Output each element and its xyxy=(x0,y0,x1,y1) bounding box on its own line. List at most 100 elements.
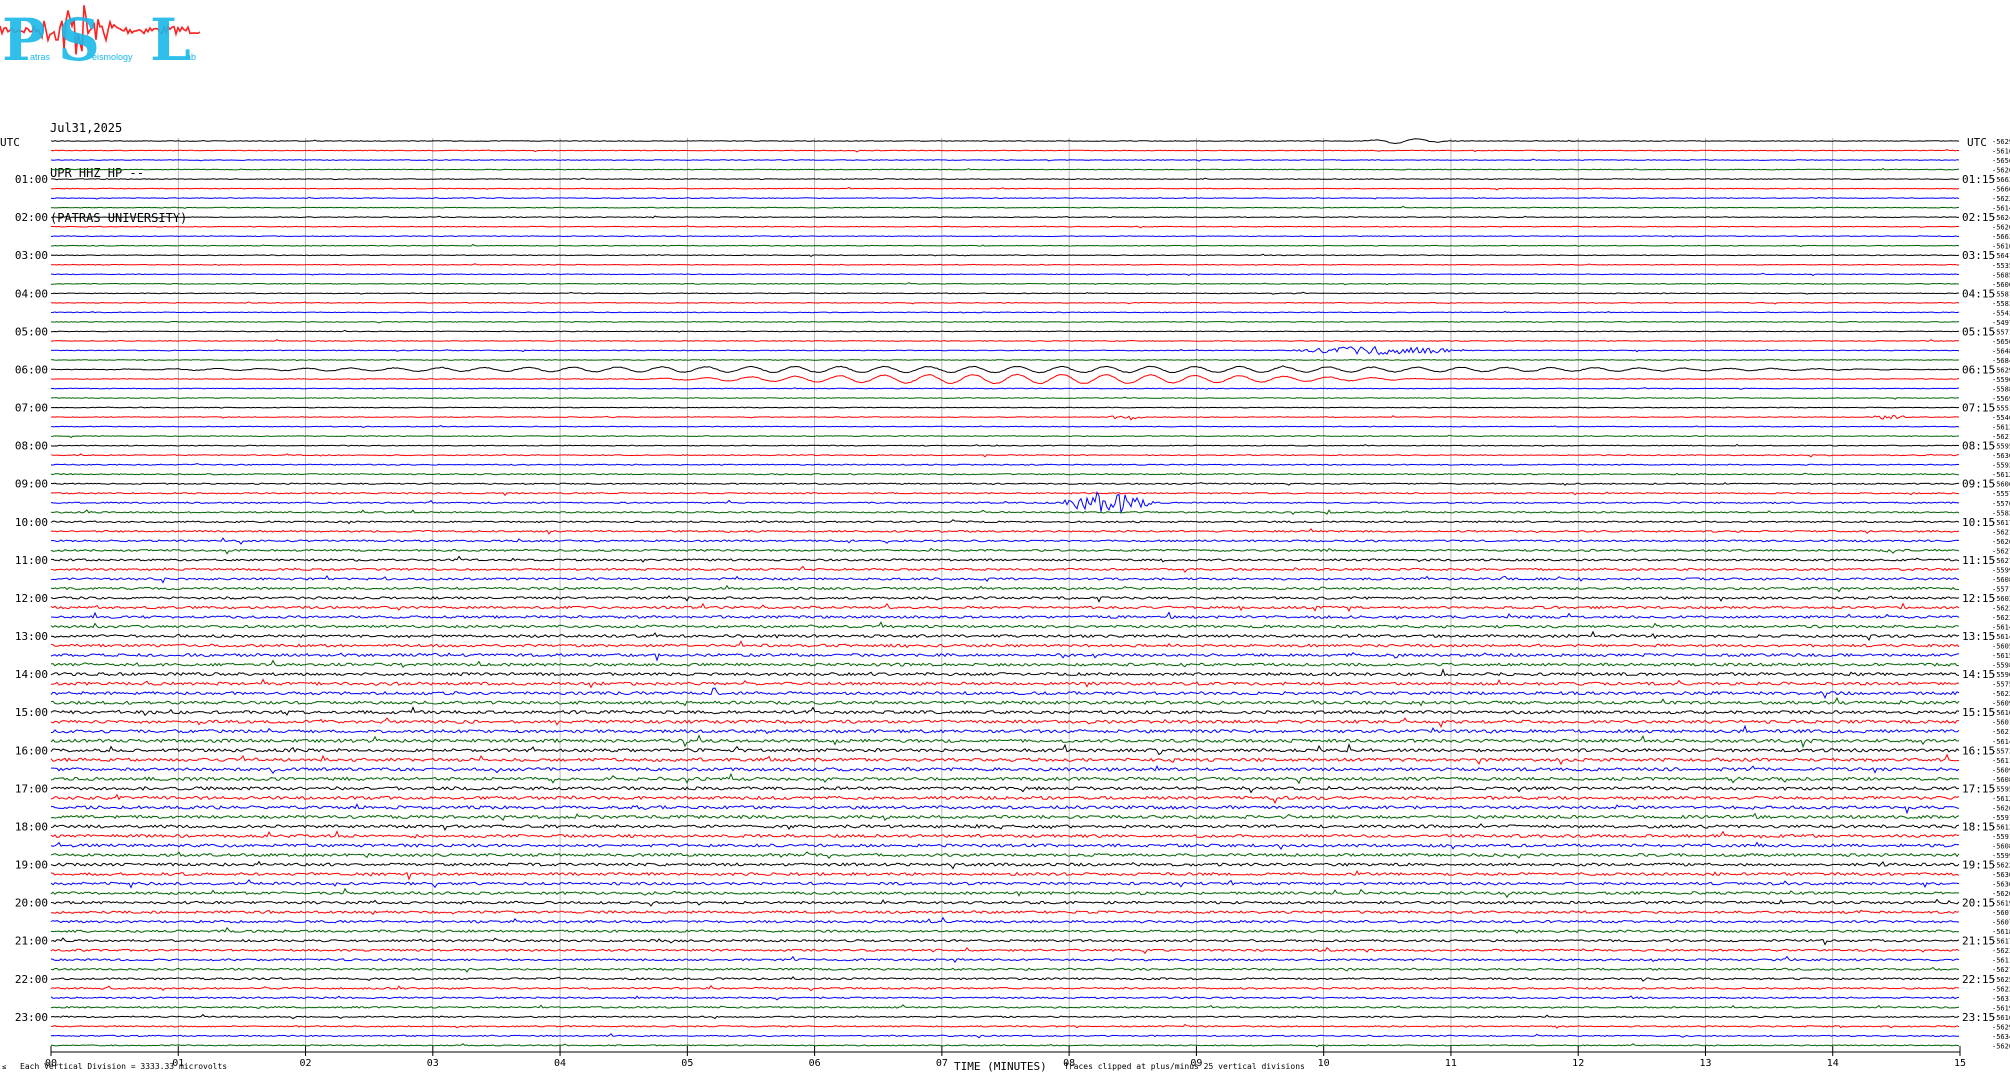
seismic-trace xyxy=(51,263,1960,266)
right-hour-label: 21:15 xyxy=(1962,935,1995,948)
left-hour-label: 05:00 xyxy=(15,325,48,338)
trace-offset-label: -5623 xyxy=(1992,604,2010,612)
trace-offset-label: -5621 xyxy=(1992,528,2010,536)
seismic-trace xyxy=(50,946,1960,955)
seismic-trace xyxy=(50,879,1960,889)
trace-offset-label: -5623 xyxy=(1992,614,2010,622)
trace-offset-label: -5601 xyxy=(1992,719,2010,727)
left-axis-title: UTC xyxy=(0,136,20,149)
corner-mark: ≤ xyxy=(2,1063,7,1071)
trace-offset-label: -5582 xyxy=(1992,509,2010,517)
left-hour-label: 03:00 xyxy=(15,249,48,262)
trace-offset-label: -5608 xyxy=(1992,576,2010,584)
trace-offset-label: -5617 xyxy=(1992,938,2010,946)
right-hour-label: 03:15 xyxy=(1962,249,1995,262)
seismic-trace xyxy=(50,898,1960,907)
trace-offset-label: -5583 xyxy=(1992,300,2010,308)
seismic-trace xyxy=(50,640,1960,649)
seismic-trace xyxy=(50,937,1960,946)
seismic-trace xyxy=(50,387,1960,390)
seismic-trace xyxy=(50,753,1959,766)
seismic-trace xyxy=(50,717,1960,729)
trace-offset-label: -5618 xyxy=(1992,928,2010,936)
seismic-trace xyxy=(50,1033,1959,1039)
trace-offset-label: -5614 xyxy=(1992,738,2010,746)
right-hour-label: 05:15 xyxy=(1962,325,1995,338)
trace-offset-label: -5609 xyxy=(1992,766,2010,774)
seismic-trace xyxy=(50,149,1960,153)
right-hour-label: 17:15 xyxy=(1962,782,1995,795)
trace-offset-label: -5648 xyxy=(1992,347,2010,355)
left-hour-label: 06:00 xyxy=(15,363,48,376)
seismic-trace xyxy=(50,696,1960,707)
seismic-trace xyxy=(51,177,1960,181)
trace-offset-label: -5557 xyxy=(1992,490,2010,498)
seismic-trace xyxy=(50,528,1960,535)
seismic-trace xyxy=(50,453,1960,458)
seismic-trace xyxy=(50,291,1960,295)
seismic-trace xyxy=(50,793,1960,805)
trace-offset-label: -5627 xyxy=(1992,547,2010,555)
trace-offset-label: -5608 xyxy=(1992,776,2010,784)
trace-offset-label: -5497 xyxy=(1992,319,2010,327)
trace-offset-label: -5613 xyxy=(1992,424,2010,432)
trace-offset-label: -5616 xyxy=(1992,1014,2010,1022)
trace-offset-label: -5614 xyxy=(1992,624,2010,632)
seismic-trace xyxy=(50,812,1960,821)
trace-offset-label: -5614 xyxy=(1992,633,2010,641)
seismic-trace xyxy=(50,1023,1960,1029)
seismic-trace xyxy=(50,595,1960,603)
trace-offset-label: -5623 xyxy=(1992,947,2010,955)
seismic-trace xyxy=(50,272,1960,276)
x-tick-label: 15 xyxy=(1954,1058,1966,1069)
trace-offset-label: -5619 xyxy=(1992,900,2010,908)
seismic-trace xyxy=(50,414,1960,421)
trace-offset-label: -5535 xyxy=(1992,262,2010,270)
trace-offset-label: -5622 xyxy=(1992,690,2010,698)
left-hour-label: 22:00 xyxy=(15,973,48,986)
trace-offset-label: -5551 xyxy=(1992,405,2010,413)
seismic-trace xyxy=(50,678,1960,689)
seismic-trace xyxy=(50,1004,1960,1009)
seismic-trace xyxy=(50,443,1960,447)
trace-offset-label: -5607 xyxy=(1992,919,2010,927)
x-tick-label: 03 xyxy=(427,1058,439,1069)
right-hour-label: 13:15 xyxy=(1962,630,1995,643)
seismic-trace xyxy=(50,926,1959,934)
x-tick-label: 02 xyxy=(300,1058,312,1069)
trace-offset-label: -5591 xyxy=(1992,814,2010,822)
trace-offset-label: -5619 xyxy=(1992,1004,2010,1012)
right-hour-label: 22:15 xyxy=(1962,973,1995,986)
seismic-trace xyxy=(50,555,1960,563)
seismic-trace xyxy=(51,365,1960,374)
right-hour-label: 23:15 xyxy=(1962,1011,1995,1024)
seismic-trace xyxy=(51,359,1959,362)
seismic-trace xyxy=(50,396,1959,400)
seismic-trace xyxy=(50,916,1960,924)
seismic-trace xyxy=(50,406,1959,409)
left-hour-label: 11:00 xyxy=(15,554,48,567)
trace-offset-label: -5611 xyxy=(1992,957,2010,965)
right-hour-label: 02:15 xyxy=(1962,211,1995,224)
seismic-trace xyxy=(50,186,1960,191)
trace-offset-label: -5571 xyxy=(1992,585,2010,593)
trace-offset-label: -5666 xyxy=(1992,186,2010,194)
trace-offset-label: -5626 xyxy=(1992,224,2010,232)
seismic-trace xyxy=(50,742,1960,756)
trace-offset-label: -5591 xyxy=(1992,833,2010,841)
right-hour-label: 16:15 xyxy=(1962,744,1995,757)
right-axis-title: UTC xyxy=(1967,136,1987,149)
right-hour-label: 09:15 xyxy=(1962,478,1995,491)
seismic-trace xyxy=(50,537,1960,545)
trace-offset-label: -5596 xyxy=(1992,671,2010,679)
left-hour-label: 09:00 xyxy=(15,478,48,491)
trace-offset-label: -5621 xyxy=(1992,728,2010,736)
trace-offset-label: -5622 xyxy=(1992,862,2010,870)
trace-offset-label: -5622 xyxy=(1992,195,2010,203)
left-hour-label: 01:00 xyxy=(15,173,48,186)
trace-offset-label: -5641 xyxy=(1992,252,2010,260)
seismic-trace xyxy=(50,659,1959,669)
seismic-trace xyxy=(50,772,1960,785)
seismic-trace xyxy=(50,706,1960,717)
seismic-trace xyxy=(50,976,1960,982)
